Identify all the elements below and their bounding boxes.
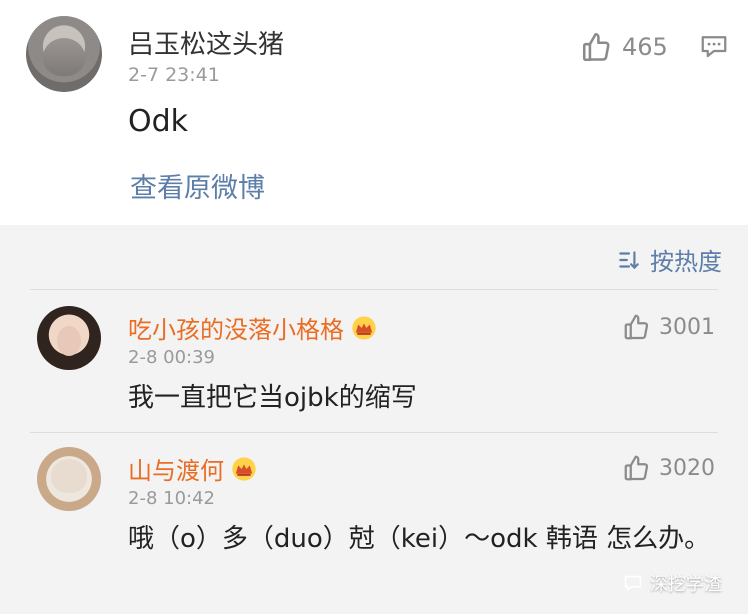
reply-timestamp: 2-8 00:39: [128, 347, 215, 368]
main-comment-username[interactable]: 吕玉松这头猪: [128, 24, 284, 61]
comment-icon[interactable]: [699, 31, 729, 61]
reply-like-button[interactable]: 3001: [622, 312, 715, 342]
reply-username-text: 山与渡何: [128, 457, 224, 485]
main-comment-timestamp: 2-7 23:41: [128, 64, 220, 86]
reply-username[interactable]: 吃小孩的没落小格格: [128, 310, 378, 345]
view-original-link[interactable]: 查看原微博: [130, 166, 265, 205]
reply-username-text: 吃小孩的没落小格格: [128, 316, 344, 344]
thumbs-up-icon: [624, 455, 649, 481]
sort-control[interactable]: 按热度: [616, 242, 722, 277]
reply-avatar[interactable]: [37, 306, 101, 370]
main-comment-like-button[interactable]: 465: [580, 30, 668, 64]
reply-text: 我一直把它当ojbk的缩写: [128, 383, 417, 413]
reply-like-count: 3001: [659, 314, 715, 340]
main-comment-avatar[interactable]: [26, 16, 102, 92]
main-comment-text: Odk: [128, 104, 189, 139]
reply-avatar[interactable]: [37, 447, 101, 511]
crown-badge-icon: [352, 315, 376, 340]
crown-badge-icon: [232, 456, 256, 481]
sort-label: 按热度: [650, 248, 722, 276]
reply-like-count: 3020: [659, 455, 715, 481]
reply-username[interactable]: 山与渡何: [128, 451, 258, 486]
reply-like-button[interactable]: 3020: [622, 453, 715, 483]
reply-timestamp: 2-8 10:42: [128, 488, 215, 509]
thumbs-up-icon: [582, 32, 610, 62]
chat-bubble-icon: [624, 575, 642, 591]
watermark-text: 深挖学渣: [650, 574, 722, 595]
reply-item: 吃小孩的没落小格格 2-8 00:39 我一直把它当ojbk的缩写 3001: [0, 290, 748, 430]
main-comment-card: 吕玉松这头猪 2-7 23:41 Odk 查看原微博 465: [0, 0, 748, 225]
reply-item: 山与渡何 2-8 10:42 哦（o）多（duo）尅（kei）～odk 韩语 怎…: [0, 433, 748, 573]
reply-text: 哦（o）多（duo）尅（kei）～odk 韩语 怎么办。: [128, 524, 711, 554]
main-comment-like-count: 465: [622, 33, 668, 61]
watermark: 深挖学渣: [622, 570, 722, 596]
thumbs-up-icon: [624, 314, 649, 340]
sort-icon: [619, 250, 639, 269]
